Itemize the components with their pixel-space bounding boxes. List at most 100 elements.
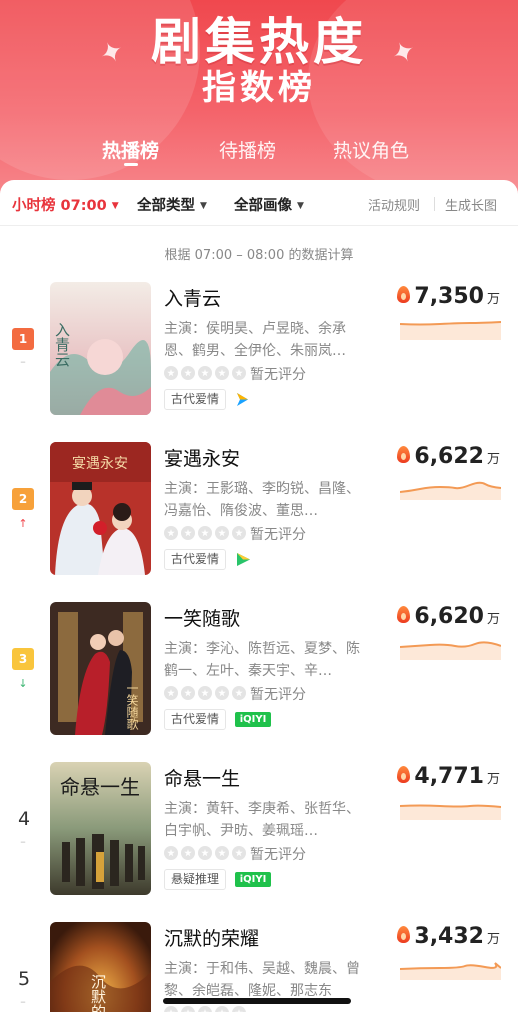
heat-unit: 万 (486, 772, 500, 787)
trend-down-icon: ↓ (18, 677, 28, 690)
list-item[interactable]: 3 ↓ 一笑随歌 一笑随歌 主演：李沁、陈哲远、夏梦、陈鹤一、左叶、秦天宇、辛…… (0, 602, 518, 762)
filter-bar: 小时榜 07:00 ▼ 全部类型 ▼ 全部画像 ▼ 活动规则 生成长图 (0, 180, 518, 226)
star-icon (198, 846, 212, 860)
heat-value: 3,432 (414, 924, 484, 949)
poster-art: 入青云 (50, 282, 151, 415)
list-item[interactable]: 2 ↑ 宴遇永安 宴遇永安 主演：王影璐、李昀锐、昌隆、冯嘉怡、隋俊波、董思… … (0, 442, 518, 602)
star-icon (232, 526, 246, 540)
genre-tag: 悬疑推理 (164, 869, 227, 890)
trend-flat-icon: – (20, 995, 26, 1008)
cast-list: 主演：李沁、陈哲远、夏梦、陈鹤一、左叶、秦天宇、辛… (164, 641, 360, 679)
trend-up-icon: ↑ (18, 517, 28, 530)
type-filter[interactable]: 全部类型 ▼ (137, 194, 207, 215)
poster-image[interactable]: 宴遇永安 (50, 442, 151, 575)
fire-icon (397, 926, 411, 943)
star-rating (164, 366, 249, 382)
heat-sparkline (400, 962, 501, 980)
poster-art: 宴遇永安 (50, 442, 151, 575)
rank-number: 5 (17, 968, 31, 990)
play-icon-green (237, 553, 250, 566)
trend-flat-icon: – (20, 355, 26, 368)
type-filter-label: 全部类型 (137, 198, 195, 214)
star-rating (164, 1006, 249, 1012)
poster-image[interactable]: 入青云 (50, 282, 151, 415)
poster-art: 命悬一生 (50, 762, 151, 895)
star-icon (198, 526, 212, 540)
star-icon (164, 1006, 178, 1012)
cast-list: 主演：王影璐、李昀锐、昌隆、冯嘉怡、隋俊波、董思… (164, 481, 360, 519)
drama-title[interactable]: 入青云 (164, 284, 221, 311)
poster-title: 沉默的 (89, 974, 107, 1012)
heat-index: 7,350 万 (397, 284, 500, 309)
drama-title[interactable]: 命悬一生 (164, 764, 240, 791)
tab-hot-playing[interactable]: 热播榜 (102, 136, 159, 163)
star-rating (164, 846, 249, 862)
drama-title[interactable]: 一笑随歌 (164, 604, 240, 631)
ranking-header: ✦ ✦ 剧集热度 指数榜 热播榜 待播榜 热议角色 (0, 0, 518, 200)
star-icon (164, 366, 178, 380)
star-icon (164, 846, 178, 860)
star-icon (198, 366, 212, 380)
tab-upcoming[interactable]: 待播榜 (219, 136, 276, 163)
list-item[interactable]: 4 – 命悬一生 命悬一生 主演：黄轩、李庚希、张哲华、白宇帆、尹昉、姜珮瑶… … (0, 762, 518, 922)
heat-value: 4,771 (414, 764, 484, 789)
play-icon-blue (237, 393, 248, 406)
cast-list: 主演：于和伟、吴越、魏晨、曾黎、余皑磊、隆妮、那志东 (164, 961, 360, 999)
drama-title[interactable]: 宴遇永安 (164, 444, 240, 471)
poster-image[interactable]: 沉默的 (50, 922, 151, 1012)
rating-text: 暂无评分 (250, 367, 306, 383)
heat-sparkline (400, 481, 501, 500)
star-rating (164, 526, 249, 542)
star-icon (164, 526, 178, 540)
poster-title: 宴遇永安 (72, 455, 128, 472)
star-icon (215, 846, 229, 860)
active-tab-indicator (124, 163, 138, 166)
fire-icon (397, 766, 411, 783)
list-item[interactable]: 1 – 入青云 入青云 主演：侯明昊、卢昱晓、余承恩、鹤男、全伊伦、朱丽岚… 暂… (0, 282, 518, 442)
iqiyi-logo: iQIYI (235, 712, 271, 727)
star-icon (232, 1006, 246, 1012)
home-indicator[interactable] (163, 998, 351, 1004)
fire-icon (397, 606, 411, 623)
rating-text: 暂无评分 (250, 847, 306, 863)
heat-index: 6,622 万 (397, 444, 500, 469)
rank-badge: 2 (12, 488, 34, 510)
fire-icon (397, 446, 411, 463)
star-icon (198, 686, 212, 700)
star-icon (181, 1006, 195, 1012)
poster-image[interactable]: 一笑随歌 (50, 602, 151, 735)
poster-art: 一笑随歌 (50, 602, 151, 735)
star-icon (232, 846, 246, 860)
star-icon (215, 366, 229, 380)
fire-icon (397, 286, 411, 303)
star-icon (215, 686, 229, 700)
rules-link[interactable]: 活动规则 (368, 195, 420, 214)
genre-tag: 古代爱情 (164, 389, 227, 410)
poster-title: 命悬一生 (60, 775, 140, 799)
caret-down-icon: ▼ (111, 201, 119, 211)
heat-value: 6,622 (414, 444, 484, 469)
drama-title[interactable]: 沉默的荣耀 (164, 924, 259, 951)
cast-list: 主演：黄轩、李庚希、张哲华、白宇帆、尹昉、姜珮瑶… (164, 801, 360, 839)
poster-title: 一笑随歌 (125, 682, 139, 730)
rating-text: 暂无评分 (250, 687, 306, 703)
heat-unit: 万 (486, 452, 500, 467)
heat-unit: 万 (486, 932, 500, 947)
star-icon (181, 846, 195, 860)
star-icon (215, 526, 229, 540)
hour-filter[interactable]: 小时榜 07:00 ▼ (12, 194, 119, 215)
star-icon (215, 1006, 229, 1012)
rank-number: 4 (17, 808, 31, 830)
generate-long-image-link[interactable]: 生成长图 (445, 195, 497, 214)
heat-index: 4,771 万 (397, 764, 500, 789)
rank-badge: 3 (12, 648, 34, 670)
heat-sparkline (400, 804, 501, 820)
hour-filter-label: 小时榜 07:00 (12, 198, 107, 214)
tab-hot-characters[interactable]: 热议角色 (333, 136, 409, 163)
iqiyi-logo: iQIYI (235, 872, 271, 887)
audience-filter[interactable]: 全部画像 ▼ (234, 194, 304, 215)
star-icon (232, 686, 246, 700)
poster-title: 入青云 (53, 322, 71, 367)
poster-image[interactable]: 命悬一生 (50, 762, 151, 895)
star-icon (181, 526, 195, 540)
